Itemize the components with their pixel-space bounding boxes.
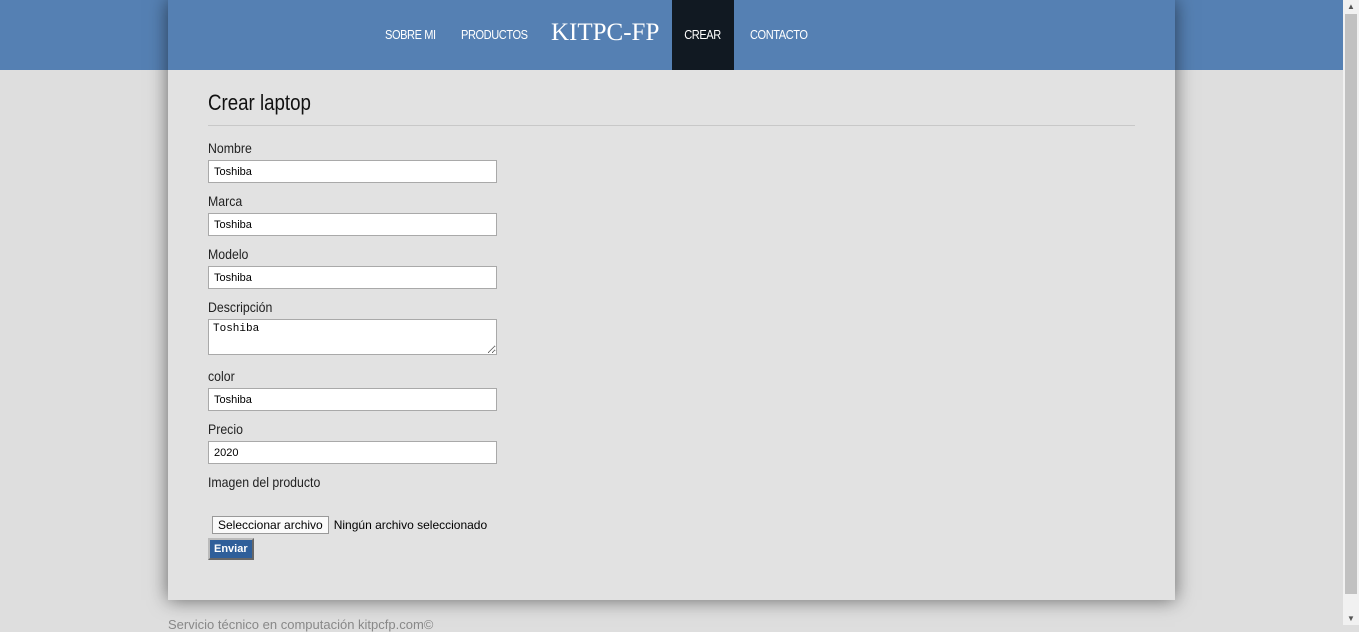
select-file-button[interactable]: Seleccionar archivo [212,516,329,534]
imagen-label: Imagen del producto [208,474,321,490]
main-card [168,0,1175,600]
descripcion-textarea[interactable]: Toshiba [208,319,497,355]
marca-input[interactable] [208,213,497,236]
nombre-label: Nombre [208,140,252,156]
submit-button[interactable]: Enviar [208,538,254,560]
color-input[interactable] [208,388,497,411]
nav-crear[interactable]: CREAR [672,0,734,70]
file-input: Seleccionar archivo Ningún archivo selec… [212,516,487,534]
scroll-up-icon[interactable]: ▲ [1347,2,1355,11]
brand-logo[interactable]: KITPC-FP [551,0,659,70]
nav-contacto[interactable]: CONTACTO [750,0,808,70]
divider [208,125,1135,126]
scroll-down-icon[interactable]: ▼ [1347,614,1355,623]
descripcion-label: Descripción [208,299,273,315]
precio-input[interactable] [208,441,497,464]
modelo-input[interactable] [208,266,497,289]
modelo-label: Modelo [208,246,249,262]
marca-label: Marca [208,193,243,209]
scrollbar-thumb[interactable] [1345,14,1357,594]
nombre-input[interactable] [208,160,497,183]
navbar: SOBRE MI PRODUCTOS KITPC-FP CREAR CONTAC… [168,0,1175,70]
precio-label: Precio [208,421,243,437]
scrollbar[interactable]: ▲ ▼ [1343,0,1359,625]
nav-crear-label: CREAR [684,27,722,42]
nav-productos[interactable]: PRODUCTOS [461,0,528,70]
file-status: Ningún archivo seleccionado [333,518,488,532]
page-title: Crear laptop [208,90,311,115]
color-label: color [208,368,235,384]
nav-sobre-mi[interactable]: SOBRE MI [385,0,436,70]
